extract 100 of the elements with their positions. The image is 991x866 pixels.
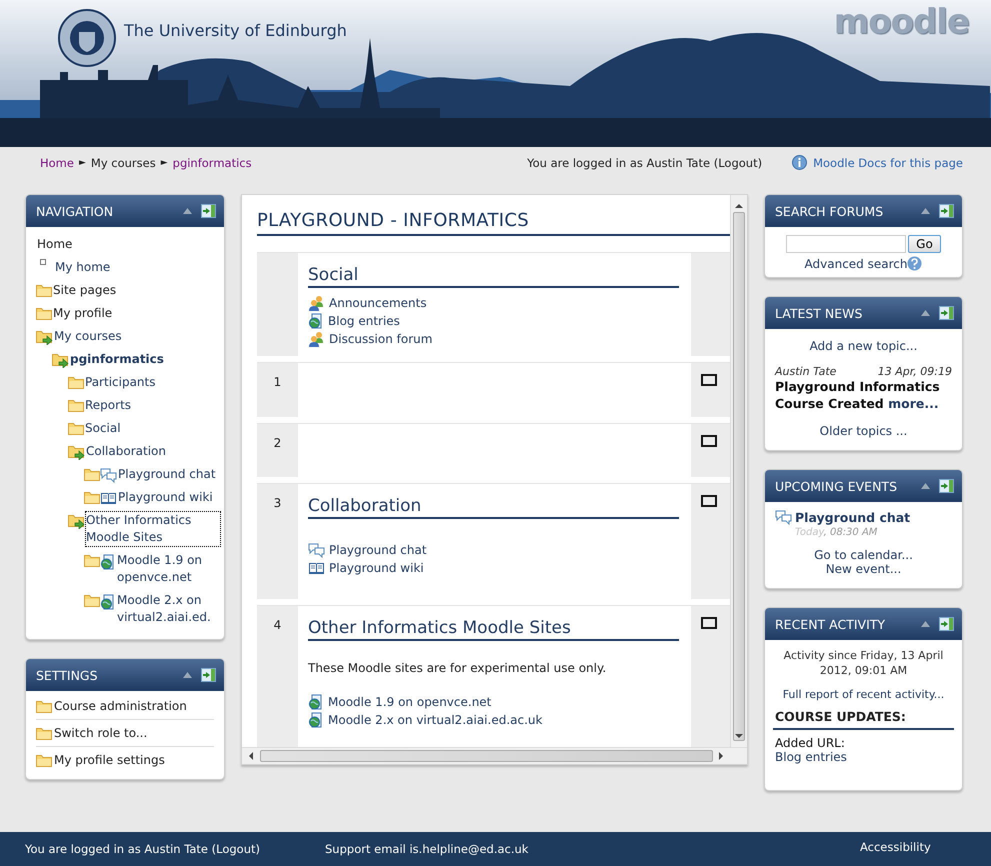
section-number: 2 bbox=[274, 436, 282, 450]
people-icon bbox=[308, 331, 325, 347]
nav-item[interactable]: pginformatics bbox=[70, 351, 164, 368]
folder-icon bbox=[36, 726, 52, 740]
section-summary: These Moodle sites are for experimental use only. bbox=[308, 661, 608, 675]
breadcrumb-link[interactable]: pginformatics bbox=[172, 156, 252, 170]
section-number: 4 bbox=[274, 618, 282, 632]
highlight-marker-icon[interactable] bbox=[701, 435, 717, 447]
globe-icon bbox=[308, 712, 324, 728]
nav-item[interactable]: My courses bbox=[54, 328, 122, 345]
event-link[interactable]: Playground chat bbox=[795, 510, 910, 525]
book-icon bbox=[308, 561, 325, 575]
section-number: 1 bbox=[274, 375, 282, 389]
settings-item[interactable]: My profile settings bbox=[54, 753, 165, 767]
section-title[interactable]: Social bbox=[308, 265, 679, 288]
collapse-icon[interactable] bbox=[921, 621, 930, 627]
folder-icon bbox=[36, 284, 52, 297]
collapse-icon[interactable] bbox=[183, 672, 192, 678]
help-icon[interactable] bbox=[907, 256, 922, 271]
older-topics-link[interactable]: Older topics ... bbox=[775, 424, 952, 438]
accessibility-link[interactable]: Accessibility bbox=[860, 840, 931, 854]
nav-item[interactable]: Playground wiki bbox=[118, 489, 213, 506]
nav-item[interactable]: Moodle 2.x on virtual2.aiai.ed. bbox=[117, 592, 220, 626]
vertical-scrollbar[interactable] bbox=[730, 195, 747, 747]
activity-link[interactable]: Blog entries bbox=[328, 312, 400, 330]
news-author: Austin Tate bbox=[775, 365, 836, 378]
nav-item[interactable]: Social bbox=[85, 420, 121, 437]
nav-item[interactable]: My home bbox=[55, 259, 110, 276]
folder-icon bbox=[84, 491, 100, 504]
collapse-icon[interactable] bbox=[921, 310, 930, 316]
book-icon bbox=[100, 491, 117, 505]
nav-item[interactable]: Site pages bbox=[53, 282, 116, 299]
folder-icon bbox=[36, 754, 52, 766]
event-day: Today bbox=[795, 527, 824, 538]
highlight-marker-icon[interactable] bbox=[701, 374, 717, 386]
nav-item[interactable]: Other Informatics Moodle Sites bbox=[86, 512, 220, 546]
nav-item[interactable]: Participants bbox=[85, 374, 156, 391]
block-title: RECENT ACTIVITY bbox=[775, 616, 886, 632]
news-headline: Playground Informatics Course Created more... bbox=[775, 378, 941, 412]
block-title: SEARCH FORUMS bbox=[775, 204, 884, 218]
nav-item[interactable]: Reports bbox=[85, 397, 132, 414]
folder-arrow-icon bbox=[68, 514, 85, 529]
section-title[interactable]: Other Informatics Moodle Sites bbox=[308, 618, 679, 641]
calendar-link[interactable]: Go to calendar... bbox=[814, 548, 913, 562]
activity-link[interactable]: Announcements bbox=[329, 294, 427, 312]
people-icon bbox=[308, 295, 325, 311]
dock-icon[interactable] bbox=[939, 617, 954, 631]
full-report-link[interactable]: Full report of recent activity... bbox=[773, 688, 954, 701]
settings-item[interactable]: Switch role to... bbox=[54, 726, 148, 740]
chat-icon bbox=[100, 468, 117, 483]
folder-icon bbox=[84, 468, 100, 481]
dock-icon[interactable] bbox=[939, 204, 954, 218]
go-button[interactable]: Go bbox=[908, 235, 941, 253]
globe-icon bbox=[100, 594, 116, 610]
section-title[interactable]: Collaboration bbox=[308, 496, 679, 519]
settings-item[interactable]: Course administration bbox=[54, 699, 187, 713]
activity-link[interactable]: Moodle 2.x on virtual2.aiai.ed.ac.uk bbox=[328, 711, 542, 729]
collapse-icon[interactable] bbox=[183, 208, 192, 214]
nav-item[interactable]: Moodle 1.9 on openvce.net bbox=[117, 552, 220, 586]
activity-link[interactable]: Playground chat bbox=[329, 541, 427, 559]
dock-icon[interactable] bbox=[939, 479, 954, 493]
globe-icon bbox=[308, 313, 324, 329]
breadcrumb-link[interactable]: Home bbox=[40, 156, 74, 170]
nav-item[interactable]: Playground chat bbox=[118, 466, 216, 483]
highlight-marker-icon[interactable] bbox=[701, 617, 717, 629]
nav-item[interactable]: Home bbox=[37, 236, 72, 253]
collapse-icon[interactable] bbox=[921, 208, 930, 214]
globe-icon bbox=[100, 554, 116, 570]
bullet-icon bbox=[40, 259, 46, 265]
collapse-icon[interactable] bbox=[921, 483, 930, 489]
activity-link[interactable]: Moodle 1.9 on openvce.net bbox=[328, 693, 492, 711]
dock-icon[interactable] bbox=[201, 204, 216, 218]
horizontal-scrollbar[interactable] bbox=[242, 747, 747, 764]
dock-icon[interactable] bbox=[939, 306, 954, 320]
advanced-search-link[interactable]: Advanced search bbox=[804, 257, 908, 271]
update-link[interactable]: Blog entries bbox=[775, 750, 847, 764]
docs-link[interactable]: Moodle Docs for this page bbox=[813, 156, 963, 170]
folder-icon bbox=[36, 700, 52, 712]
nav-item[interactable]: Collaboration bbox=[86, 443, 166, 460]
organization-name: The University of Edinburgh bbox=[124, 21, 347, 40]
activity-since: Activity since Friday, 13 April 2012, 09:01 AM bbox=[782, 648, 944, 678]
folder-icon bbox=[68, 422, 84, 435]
moodle-logo: moodle bbox=[834, 2, 969, 42]
chat-icon bbox=[308, 542, 325, 558]
update-label: Added URL: bbox=[775, 736, 846, 750]
calendar-link[interactable]: New event... bbox=[826, 562, 902, 576]
breadcrumb-link[interactable]: My courses bbox=[90, 156, 156, 170]
dock-icon[interactable] bbox=[201, 668, 216, 682]
activity-link[interactable]: Discussion forum bbox=[329, 330, 432, 348]
crest-icon bbox=[57, 8, 117, 68]
support-email: Support email is.helpline@ed.ac.uk bbox=[325, 842, 530, 856]
block-title: SETTINGS bbox=[36, 668, 99, 682]
nav-item[interactable]: My profile bbox=[53, 305, 112, 322]
search-field[interactable] bbox=[786, 235, 906, 253]
more-link[interactable]: more... bbox=[888, 396, 939, 411]
add-topic-link[interactable]: Add a new topic... bbox=[810, 339, 918, 353]
highlight-marker-icon[interactable] bbox=[701, 495, 717, 507]
course-title: PLAYGROUND - INFORMATICS bbox=[257, 210, 730, 236]
folder-icon bbox=[36, 307, 52, 320]
activity-link[interactable]: Playground wiki bbox=[329, 559, 424, 577]
